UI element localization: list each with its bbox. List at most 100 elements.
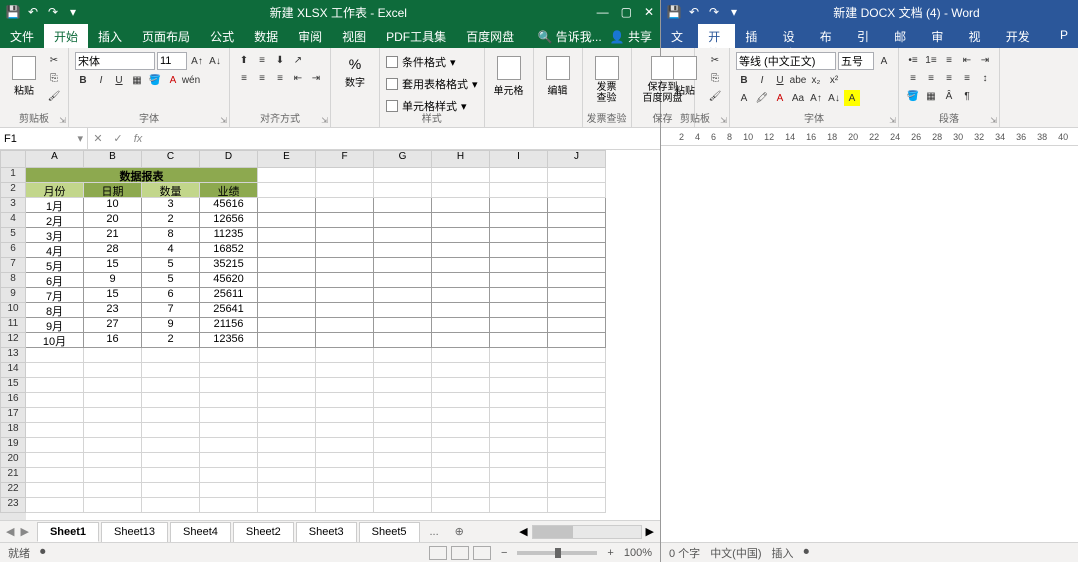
cell[interactable] bbox=[26, 348, 84, 363]
data-cell[interactable]: 12656 bbox=[200, 213, 258, 228]
cell[interactable] bbox=[548, 423, 606, 438]
char-shading-icon[interactable]: A bbox=[844, 90, 860, 106]
cell[interactable] bbox=[374, 363, 432, 378]
bold-button[interactable]: B bbox=[75, 72, 91, 88]
editing-button[interactable]: 编辑 bbox=[540, 52, 576, 97]
cell[interactable] bbox=[258, 303, 316, 318]
ribbon-tab-审阅[interactable]: 审阅 bbox=[921, 24, 958, 48]
sheet-tab-Sheet4[interactable]: Sheet4 bbox=[170, 522, 231, 542]
document-page[interactable] bbox=[693, 154, 1070, 534]
cell[interactable] bbox=[142, 468, 200, 483]
cell[interactable] bbox=[548, 168, 606, 183]
cell[interactable] bbox=[316, 423, 374, 438]
cell[interactable] bbox=[142, 438, 200, 453]
cell[interactable] bbox=[200, 378, 258, 393]
word-ruler[interactable]: 2468101214161820222426283032343638404244… bbox=[661, 128, 1078, 146]
data-cell[interactable]: 3 bbox=[142, 198, 200, 213]
normal-view-icon[interactable] bbox=[429, 546, 447, 560]
cell[interactable] bbox=[374, 438, 432, 453]
grow-font-icon[interactable]: A↑ bbox=[808, 90, 824, 106]
cell[interactable] bbox=[548, 468, 606, 483]
cell[interactable] bbox=[26, 363, 84, 378]
row-header-12[interactable]: 12 bbox=[0, 333, 26, 348]
maximize-icon[interactable]: ▢ bbox=[621, 5, 632, 19]
italic-button[interactable]: I bbox=[93, 72, 109, 88]
cell[interactable] bbox=[258, 453, 316, 468]
data-cell[interactable]: 15 bbox=[84, 258, 142, 273]
conditional-format-button[interactable]: 条件格式 ▾ bbox=[386, 52, 478, 72]
align-left-icon[interactable]: ≡ bbox=[236, 70, 252, 86]
underline-button[interactable]: U bbox=[111, 72, 127, 88]
row-header-15[interactable]: 15 bbox=[0, 378, 26, 393]
cell[interactable] bbox=[490, 333, 548, 348]
cell[interactable] bbox=[316, 333, 374, 348]
cell[interactable] bbox=[432, 198, 490, 213]
cell[interactable] bbox=[432, 348, 490, 363]
cell[interactable] bbox=[432, 363, 490, 378]
word-font-name-combo[interactable] bbox=[736, 52, 836, 70]
data-cell[interactable]: 12356 bbox=[200, 333, 258, 348]
cell[interactable] bbox=[258, 483, 316, 498]
cell[interactable] bbox=[142, 498, 200, 513]
cell[interactable] bbox=[490, 423, 548, 438]
data-cell[interactable]: 27 bbox=[84, 318, 142, 333]
data-cell[interactable]: 6月 bbox=[26, 273, 84, 288]
cell[interactable] bbox=[548, 498, 606, 513]
row-header-1[interactable]: 1 bbox=[0, 168, 26, 183]
vertical-ruler[interactable] bbox=[669, 154, 693, 534]
cell[interactable] bbox=[490, 183, 548, 198]
cell[interactable] bbox=[432, 168, 490, 183]
tell-me-search[interactable]: 🔍 告诉我... bbox=[537, 28, 601, 45]
cell[interactable] bbox=[548, 363, 606, 378]
cell[interactable] bbox=[26, 378, 84, 393]
table-header[interactable]: 月份 bbox=[26, 183, 84, 198]
cell[interactable] bbox=[432, 333, 490, 348]
cell[interactable] bbox=[432, 258, 490, 273]
font-color-icon[interactable]: A bbox=[772, 90, 788, 106]
cell[interactable] bbox=[490, 468, 548, 483]
cell[interactable] bbox=[374, 378, 432, 393]
cell[interactable] bbox=[432, 453, 490, 468]
cell[interactable] bbox=[200, 408, 258, 423]
font-size-combo[interactable] bbox=[157, 52, 187, 70]
data-cell[interactable]: 25611 bbox=[200, 288, 258, 303]
data-cell[interactable]: 9月 bbox=[26, 318, 84, 333]
col-header-J[interactable]: J bbox=[548, 150, 606, 168]
data-cell[interactable]: 5 bbox=[142, 258, 200, 273]
cell[interactable] bbox=[490, 498, 548, 513]
cell[interactable] bbox=[548, 273, 606, 288]
cell[interactable] bbox=[374, 303, 432, 318]
subscript-icon[interactable]: x₂ bbox=[808, 72, 824, 88]
align-top-icon[interactable]: ⬆ bbox=[236, 52, 252, 68]
row-header-19[interactable]: 19 bbox=[0, 438, 26, 453]
cell[interactable] bbox=[258, 393, 316, 408]
strikethrough-icon[interactable]: abe bbox=[790, 72, 806, 88]
cell[interactable] bbox=[26, 393, 84, 408]
cell[interactable] bbox=[548, 483, 606, 498]
cancel-icon[interactable]: ✕ bbox=[88, 132, 108, 145]
cell[interactable] bbox=[258, 438, 316, 453]
copy-icon[interactable]: ⎘ bbox=[707, 70, 723, 86]
cells-button[interactable]: 单元格 bbox=[491, 52, 527, 97]
cell[interactable] bbox=[84, 393, 142, 408]
data-cell[interactable]: 21 bbox=[84, 228, 142, 243]
cell[interactable] bbox=[374, 333, 432, 348]
data-cell[interactable]: 7月 bbox=[26, 288, 84, 303]
qat-dropdown-icon[interactable]: ▾ bbox=[66, 5, 80, 19]
cell[interactable] bbox=[374, 258, 432, 273]
cell[interactable] bbox=[490, 393, 548, 408]
indent-inc-icon[interactable]: ⇥ bbox=[308, 70, 324, 86]
ribbon-tab-插入[interactable]: 插入 bbox=[735, 24, 772, 48]
row-header-6[interactable]: 6 bbox=[0, 243, 26, 258]
cell[interactable] bbox=[548, 408, 606, 423]
cell[interactable] bbox=[258, 243, 316, 258]
cell[interactable] bbox=[26, 453, 84, 468]
cell[interactable] bbox=[432, 378, 490, 393]
cell[interactable] bbox=[490, 408, 548, 423]
zoom-in-icon[interactable]: + bbox=[607, 547, 613, 559]
cell[interactable] bbox=[548, 453, 606, 468]
row-header-9[interactable]: 9 bbox=[0, 288, 26, 303]
share-button[interactable]: 👤 共享 bbox=[610, 28, 652, 45]
numbering-icon[interactable]: 1≡ bbox=[923, 52, 939, 68]
cell[interactable] bbox=[316, 348, 374, 363]
